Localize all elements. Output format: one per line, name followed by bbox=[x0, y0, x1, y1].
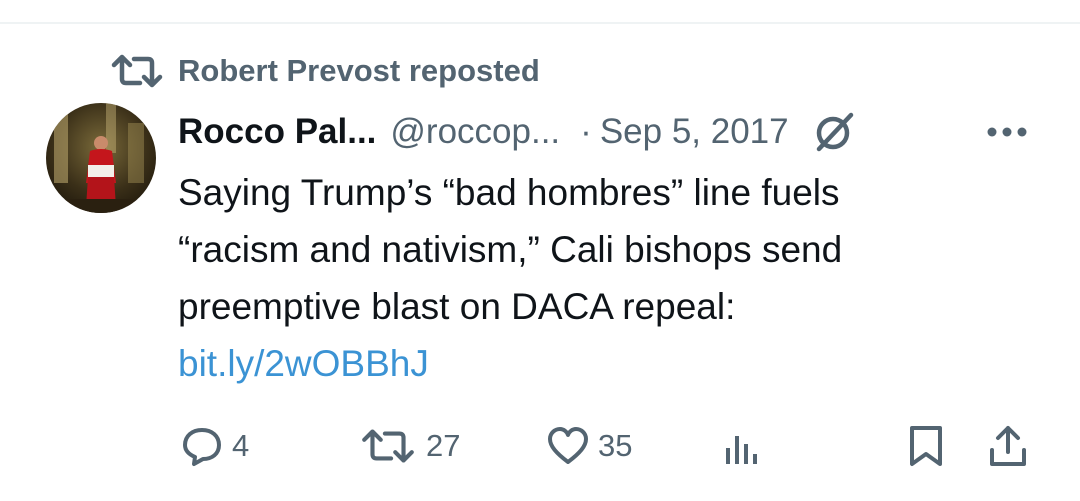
tweet-text-line: Saying Trump’s “bad hombres” line fuels bbox=[178, 172, 840, 213]
like-count: 35 bbox=[598, 428, 633, 463]
views-button[interactable] bbox=[720, 418, 764, 474]
tweet-text-line: “racism and nativism,” Cali bishops send bbox=[178, 229, 843, 270]
repost-button[interactable]: 27 bbox=[358, 418, 460, 474]
tweet-link[interactable]: bit.ly/2wOBBhJ bbox=[178, 343, 429, 384]
divider bbox=[0, 22, 1080, 24]
reply-button[interactable]: 4 bbox=[180, 418, 249, 474]
bookmark-button[interactable] bbox=[904, 418, 948, 474]
user-handle[interactable]: @roccop... bbox=[390, 112, 560, 152]
avatar-image bbox=[46, 103, 156, 213]
repost-label: Robert Prevost reposted bbox=[178, 53, 540, 88]
repost-icon bbox=[111, 54, 163, 88]
grok-icon[interactable] bbox=[811, 109, 857, 155]
tweet-card[interactable]: Robert Prevost reposted Rocco Pal... @ro bbox=[0, 0, 1080, 501]
reply-count: 4 bbox=[232, 428, 250, 463]
share-button[interactable] bbox=[986, 418, 1030, 474]
share-icon bbox=[990, 426, 1026, 466]
repost-indicator[interactable]: Robert Prevost reposted bbox=[108, 50, 540, 92]
like-button[interactable]: 35 bbox=[546, 418, 632, 474]
reply-icon bbox=[183, 428, 221, 466]
repost-icon bbox=[362, 429, 414, 463]
display-name[interactable]: Rocco Pal... bbox=[178, 112, 376, 152]
more-options-icon[interactable] bbox=[986, 120, 1028, 144]
bookmark-icon bbox=[910, 426, 942, 466]
tweet-header: Rocco Pal... @roccop... · Sep 5, 2017 bbox=[178, 108, 857, 156]
tweet-text-line: preemptive blast on DACA repeal: bbox=[178, 286, 736, 327]
action-bar: 4 27 35 bbox=[0, 418, 1080, 474]
avatar[interactable] bbox=[46, 103, 156, 213]
separator-dot: · bbox=[580, 112, 592, 151]
repost-count: 27 bbox=[426, 428, 461, 463]
tweet-body: Saying Trump’s “bad hombres” line fuels … bbox=[178, 164, 1038, 392]
tweet-date[interactable]: Sep 5, 2017 bbox=[600, 112, 789, 152]
analytics-icon bbox=[726, 436, 757, 464]
heart-icon bbox=[548, 427, 588, 464]
